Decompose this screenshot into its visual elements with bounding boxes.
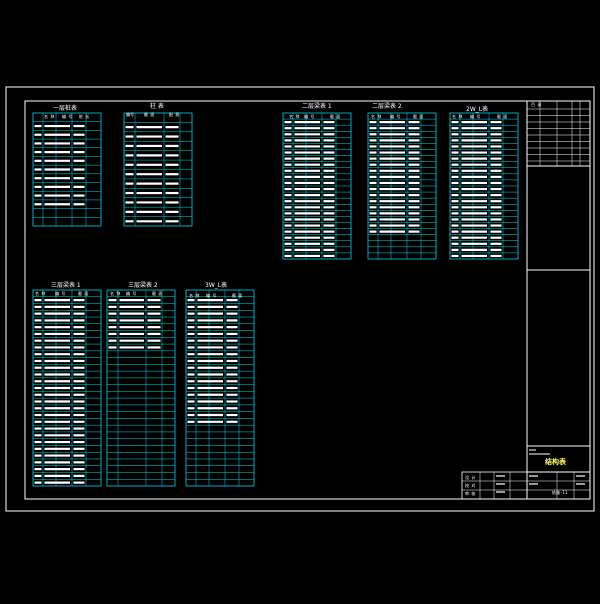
table-title-4: 二层梁表 2 [372, 103, 402, 110]
table-3-header-3: 截 面 [330, 114, 341, 119]
table-6-header-1: 名 称 [35, 291, 46, 296]
role-design: 设 计 [465, 475, 476, 480]
table-1-header-3: 桩 长 [79, 114, 90, 119]
role-check: 校 对 [465, 483, 476, 488]
table-6-header-3: 截 面 [78, 291, 89, 296]
table-4-header-1: 名 称 [371, 114, 382, 119]
table-3-header-1: 名 称 [289, 114, 300, 119]
table-4-header-3: 截 面 [413, 114, 424, 119]
role-review: 审 核 [465, 491, 476, 496]
table-title-2: 柱 表 [150, 103, 164, 110]
table-7-header-2: 编 号 [126, 291, 137, 296]
table-title-6: 三层梁表 1 [51, 282, 81, 289]
table-6-header-2: 编 号 [55, 291, 66, 296]
table-8-header-3: 截 面 [232, 293, 243, 298]
drawing-number: 结施-11 [552, 490, 568, 495]
table-title-3: 二层梁表 1 [302, 103, 332, 110]
cad-canvas [0, 0, 600, 600]
index-header: 目 录 [531, 102, 542, 107]
table-7-header-1: 名 称 [110, 291, 121, 296]
table-8-header-1: 名 称 [189, 293, 200, 298]
table-3-header-2: 编 号 [304, 114, 315, 119]
table-title-5: 2W_L表 [466, 106, 489, 113]
table-1-header-2: 编 号 [62, 114, 73, 119]
table-4-header-2: 编 号 [390, 114, 401, 119]
sheet-label: 结构表 [545, 458, 566, 466]
table-5-header-3: 截 面 [497, 114, 508, 119]
table-2-header-2: 截 面 [144, 112, 155, 117]
table-title-7: 三层梁表 2 [128, 282, 158, 289]
table-title-1: 一层桩表 [53, 105, 78, 112]
table-5-header-2: 编 号 [470, 114, 481, 119]
table-8-header-2: 编 号 [206, 293, 217, 298]
table-5-header-1: 名 称 [452, 114, 463, 119]
table-1-header-1: 名 称 [44, 114, 55, 119]
table-7-header-3: 截 面 [152, 291, 163, 296]
table-title-8: 3W_L表 [205, 282, 228, 289]
table-2-header-3: 配 筋 [169, 112, 180, 117]
table-2-header-1: 编号 [126, 112, 134, 117]
cad-drawing-sheet: 一层桩表 柱 表 二层梁表 1 二层梁表 2 2W_L表 三层梁表 1 三层梁表… [0, 0, 600, 600]
